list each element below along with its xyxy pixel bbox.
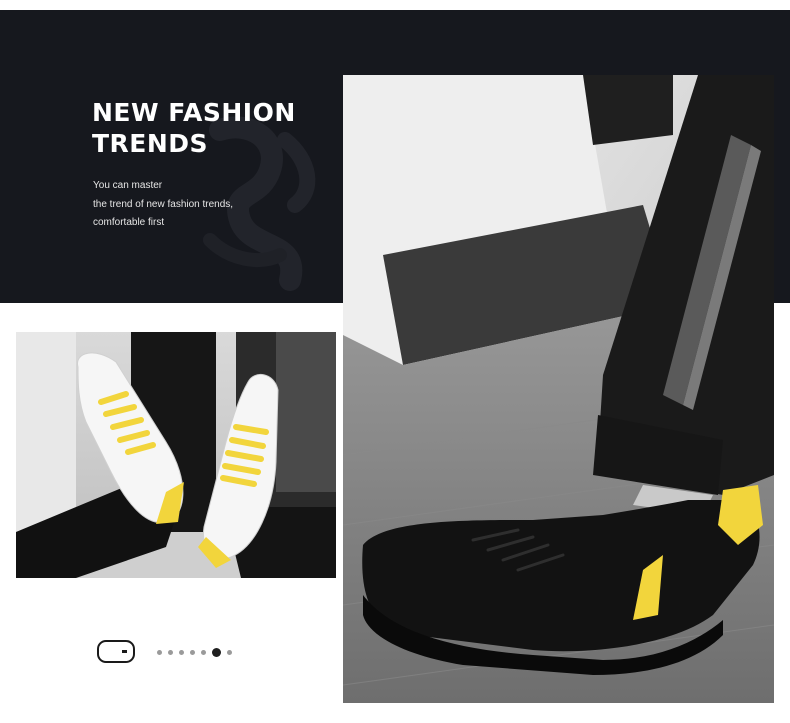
pagination-dot[interactable] [201, 649, 206, 655]
pagination-dot[interactable] [157, 649, 162, 655]
pagination-dot-active[interactable] [212, 647, 221, 657]
headline-line-2: TRENDS [92, 129, 209, 158]
pagination-dot[interactable] [179, 649, 184, 655]
pagination-dot[interactable] [190, 649, 195, 655]
toggle-switch-icon[interactable] [97, 640, 135, 663]
tagline: You can master the trend of new fashion … [93, 177, 233, 233]
tagline-line-3: comfortable first [93, 217, 165, 228]
tagline-line-1: You can master [93, 180, 163, 191]
pagination-dot[interactable] [227, 649, 232, 655]
black-sneaker-photo [343, 75, 774, 703]
headline: NEW FASHION TRENDS [92, 97, 296, 159]
white-sneakers-photo [16, 332, 336, 578]
pagination-dots [157, 647, 232, 657]
headline-line-1: NEW FASHION [92, 98, 296, 127]
pagination-dot[interactable] [168, 649, 173, 655]
tagline-line-2: the trend of new fashion trends, [93, 198, 234, 210]
